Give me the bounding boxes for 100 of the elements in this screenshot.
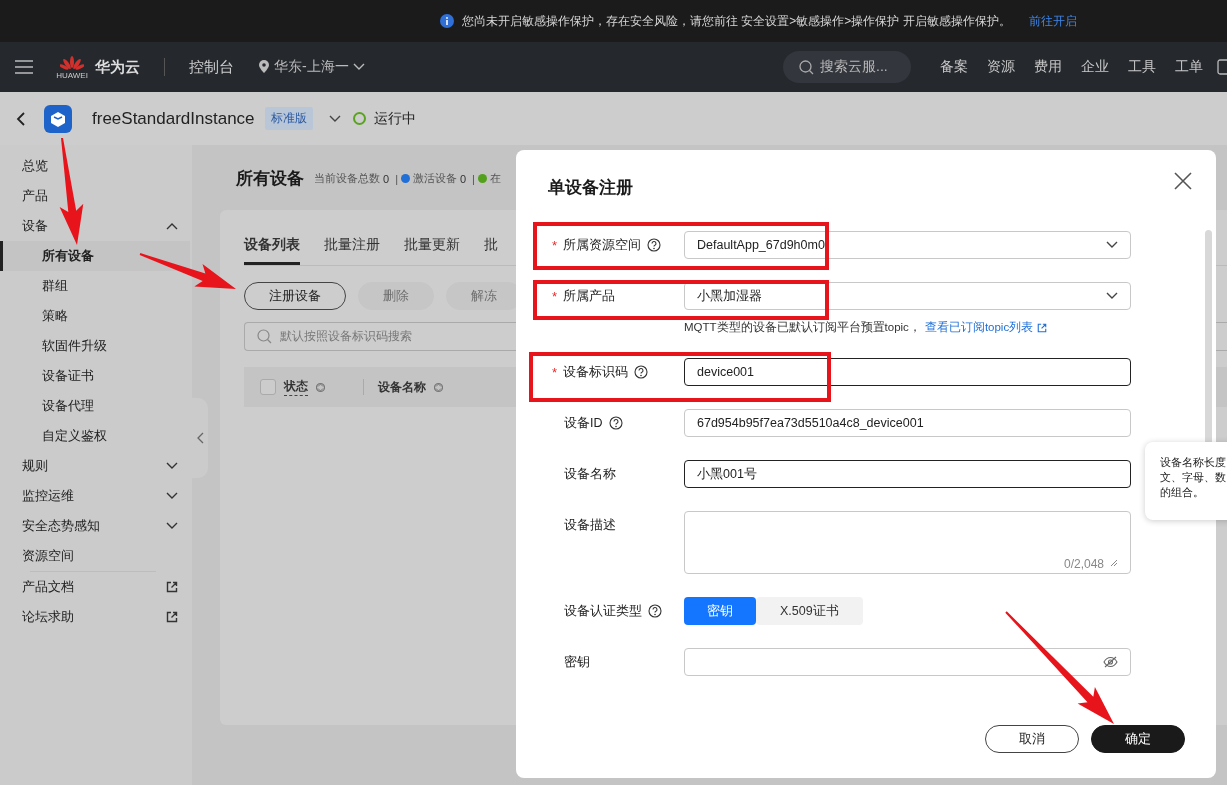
caret-icon: [328, 114, 341, 123]
sidebar-item[interactable]: 产品: [0, 181, 192, 211]
search-field[interactable]: 搜索云服...: [783, 51, 911, 83]
sidebar-item[interactable]: 产品文档: [0, 572, 192, 602]
dropdown[interactable]: 小黑加湿器: [684, 282, 1131, 310]
hint-text: MQTT类型的设备已默认订阅平台预置topic，: [684, 320, 921, 335]
sidebar-item[interactable]: 群组: [0, 271, 192, 301]
sidebar-item[interactable]: 安全态势感知: [0, 511, 192, 541]
dropdown[interactable]: DefaultApp_67d9h0m0: [684, 231, 1131, 259]
chevron-icon: [166, 462, 178, 470]
sidebar-item[interactable]: 策略: [0, 301, 192, 331]
logo[interactable]: HUAWEI: [57, 54, 87, 80]
password-field[interactable]: [684, 648, 1131, 676]
close-icon[interactable]: [1174, 172, 1192, 190]
caret-icon: [1106, 241, 1118, 249]
region-selector[interactable]: 华东-上海一: [258, 58, 365, 76]
nav-link[interactable]: 工具: [1128, 58, 1156, 76]
input-field[interactable]: 小黑001号: [684, 460, 1131, 488]
info-icon: [440, 14, 454, 28]
cancel-button[interactable]: 取消: [985, 725, 1079, 753]
console-link[interactable]: 控制台: [189, 57, 234, 77]
field-label: 设备名称: [564, 465, 616, 483]
sidebar-item[interactable]: 总览: [0, 151, 192, 181]
separator: |: [472, 172, 475, 185]
menu-icon[interactable]: [15, 60, 33, 74]
eye-slash-icon: [1103, 656, 1118, 668]
topic-list-link[interactable]: 查看已订阅topic列表: [924, 320, 1034, 335]
brand-name: 华为云: [95, 57, 140, 77]
sidebar-item[interactable]: 规则: [0, 451, 192, 481]
stat-value: 0: [460, 172, 467, 185]
required-mark: *: [552, 364, 558, 380]
sidebar-item[interactable]: 设备证书: [0, 361, 192, 391]
edition-badge: 标准版: [264, 107, 313, 130]
app-icon: [44, 104, 72, 133]
checkbox[interactable]: [260, 379, 276, 395]
tooltip-text: 文、字母、数: [1160, 470, 1227, 485]
tab[interactable]: 批量更新: [404, 236, 460, 265]
tab[interactable]: 批: [484, 236, 498, 265]
dialog-title: 单设备注册: [548, 177, 633, 199]
nav-link[interactable]: 备案: [940, 58, 968, 76]
sidebar-item[interactable]: 设备代理: [0, 391, 192, 421]
confirm-button[interactable]: 确定: [1091, 725, 1185, 753]
sidebar-item[interactable]: 自定义鉴权: [0, 421, 192, 451]
search-icon: [257, 329, 272, 344]
sidebar-item[interactable]: 资源空间: [0, 541, 192, 571]
search-icon: [799, 59, 814, 75]
status-text: 运行中: [373, 109, 416, 128]
chevron-icon: [166, 522, 178, 530]
sort-icon[interactable]: [434, 380, 443, 394]
back-icon[interactable]: [16, 111, 26, 126]
column-header: 设备名称: [378, 378, 426, 396]
location-pin-icon: [258, 60, 270, 74]
stat-label: 在: [489, 171, 501, 186]
notice-text: 您尚未开启敏感操作保护，存在安全风险，请您前往 安全设置>敏感操作>操作保护 开启敏感操作保护。: [462, 12, 1011, 30]
instance-name: freeStandardInstance: [92, 108, 255, 129]
field-label: 设备标识码: [563, 363, 629, 381]
required-mark: *: [552, 237, 558, 253]
external-link-icon: [166, 611, 178, 623]
tab[interactable]: 批量注册: [324, 236, 380, 265]
stat-label: 激活设备: [413, 171, 457, 186]
resize-handle-icon: [1110, 559, 1118, 567]
caret-icon: [1106, 292, 1118, 300]
required-mark: *: [552, 288, 558, 304]
field-label: 设备ID: [564, 414, 603, 432]
tab[interactable]: 设备列表: [244, 236, 300, 265]
status-dot: [352, 112, 366, 125]
collapse-handle[interactable]: [192, 398, 208, 478]
sidebar-item[interactable]: 所有设备: [0, 241, 190, 271]
sidebar-item[interactable]: 监控运维: [0, 481, 192, 511]
page-title: 所有设备: [236, 168, 304, 190]
nav-link[interactable]: 费用: [1034, 58, 1062, 76]
sidebar-item[interactable]: 论坛求助: [0, 602, 192, 632]
tooltip-text: 设备名称长度: [1160, 455, 1227, 470]
tooltip-text: 的组合。: [1160, 485, 1205, 500]
external-link-icon: [166, 581, 178, 593]
column-header: 状态: [284, 378, 308, 396]
field-label: 设备认证类型: [564, 602, 642, 620]
input-field[interactable]: 67d954b95f7ea73d5510a4c8_device001: [684, 409, 1131, 437]
external-link-icon[interactable]: [1037, 322, 1048, 333]
text-area[interactable]: 0/2,048: [684, 511, 1131, 574]
input-field[interactable]: device001: [684, 358, 1131, 386]
field-label: 设备描述: [564, 516, 616, 534]
field-label: 所属资源空间: [563, 236, 642, 254]
nav-link[interactable]: 资源: [987, 58, 1015, 76]
sort-icon[interactable]: [316, 380, 325, 394]
nav-link[interactable]: 工单: [1175, 58, 1203, 76]
enable-link[interactable]: 前往开启: [1028, 12, 1077, 30]
field-label: 所属产品: [563, 287, 616, 305]
sidebar-item[interactable]: 软固件升级: [0, 331, 192, 361]
field-label: 密钥: [564, 653, 590, 671]
caret-icon: [352, 63, 365, 71]
segment-option[interactable]: 密钥: [684, 597, 756, 625]
chevron-icon: [166, 222, 178, 230]
chevron-icon: [196, 432, 204, 444]
stat-value: 0: [383, 172, 390, 185]
separator: |: [395, 172, 398, 185]
sidebar-item[interactable]: 设备: [0, 211, 192, 241]
chevron-icon: [166, 492, 178, 500]
nav-link[interactable]: 企业: [1081, 58, 1109, 76]
segment-option[interactable]: X.509证书: [756, 597, 863, 625]
